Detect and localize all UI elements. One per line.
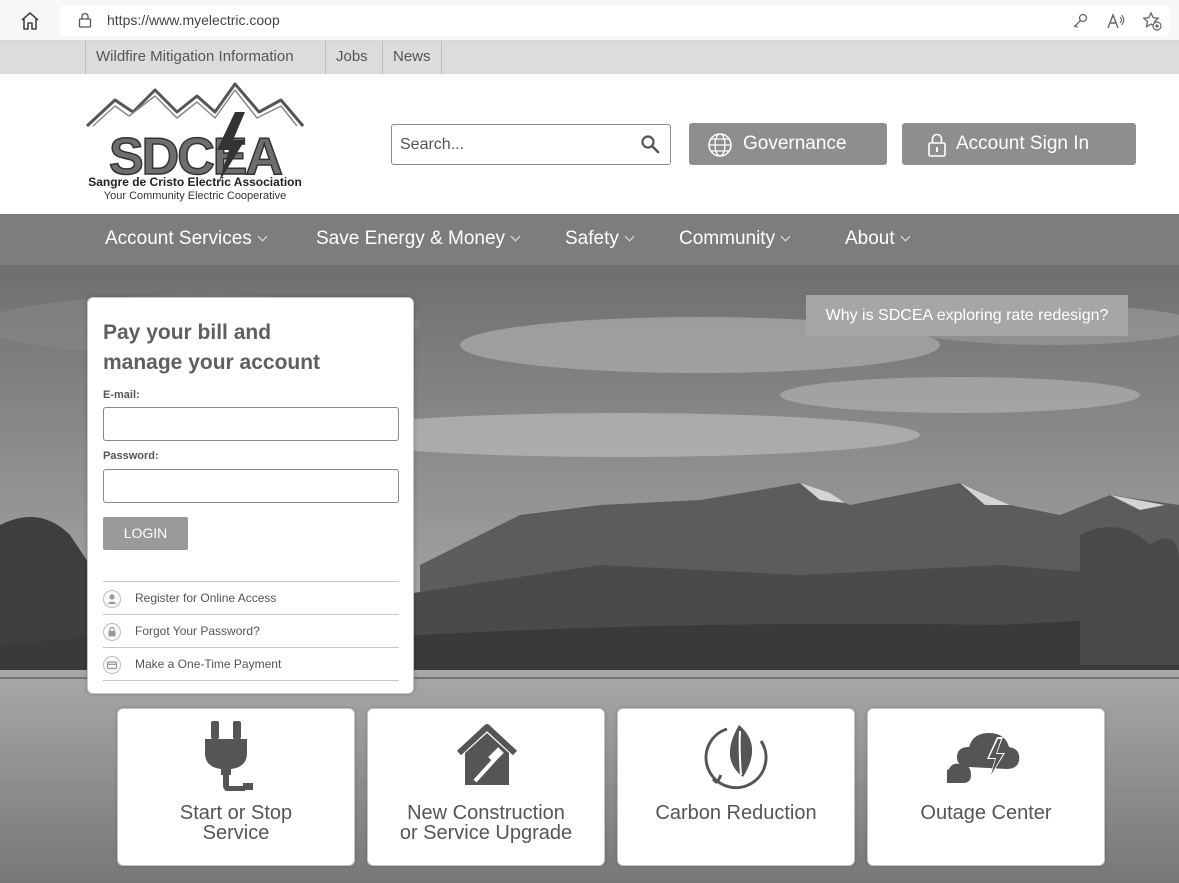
governance-button[interactable]: Governance xyxy=(689,123,887,165)
register-online-access-link[interactable]: Register for Online Access xyxy=(103,581,399,614)
link-label: Make a One-Time Payment xyxy=(135,657,282,671)
link-label: Register for Online Access xyxy=(135,591,277,605)
nav-label: Account Services xyxy=(105,228,252,249)
home-icon[interactable] xyxy=(18,9,42,33)
lock-icon[interactable] xyxy=(78,12,92,28)
tile-new-construction[interactable]: New Construction or Service Upgrade xyxy=(367,708,605,866)
tile-start-stop-service[interactable]: Start or Stop Service xyxy=(117,708,355,866)
nav-label: Safety xyxy=(565,228,619,249)
tile-label-line1: New Construction xyxy=(407,802,565,824)
favorites-add-icon[interactable] xyxy=(1142,11,1162,31)
house-hammer-icon xyxy=(456,724,518,785)
plug-icon xyxy=(205,721,253,791)
nav-label: Save Energy & Money xyxy=(316,228,506,249)
login-title-line1: Pay your bill and xyxy=(103,321,272,344)
nav-about[interactable]: About xyxy=(845,214,911,265)
tile-outage-center[interactable]: Outage Center xyxy=(867,708,1105,866)
divider xyxy=(103,680,399,681)
browser-toolbar: https://www.myelectric.coop xyxy=(0,0,1179,41)
link-news[interactable]: News xyxy=(382,41,442,74)
storm-cloud-icon xyxy=(947,733,1020,783)
account-sign-in-button[interactable]: Account Sign In xyxy=(902,123,1136,165)
padlock-icon xyxy=(928,133,946,157)
utility-links-bar: Wildfire Mitigation Information Jobs New… xyxy=(0,41,1179,74)
nav-label: Community xyxy=(679,228,776,249)
login-title-line2: manage your account xyxy=(103,351,321,374)
key-icon[interactable] xyxy=(1070,11,1090,31)
search-input[interactable] xyxy=(400,133,630,157)
hero-banner: Why is SDCEA exploring rate redesign? Pa… xyxy=(0,265,1179,883)
rate-redesign-button[interactable]: Why is SDCEA exploring rate redesign? xyxy=(806,295,1128,336)
governance-label: Governance xyxy=(743,133,847,154)
password-field[interactable] xyxy=(103,469,399,503)
tile-label-line1: Start or Stop xyxy=(179,802,293,824)
tile-label-line1: Outage Center xyxy=(920,802,1052,824)
chevron-down-icon xyxy=(257,231,268,242)
chevron-down-icon xyxy=(780,231,791,242)
search-box[interactable] xyxy=(391,124,671,165)
nav-save-energy-money[interactable]: Save Energy & Money xyxy=(316,214,521,265)
org-tagline: Your Community Electric Cooperative xyxy=(103,190,287,202)
nav-community[interactable]: Community xyxy=(679,214,791,265)
link-jobs[interactable]: Jobs xyxy=(325,41,378,74)
email-label: E-mail: xyxy=(103,389,140,401)
site-header: SDCEA Sangre de Cristo Electric Associat… xyxy=(0,74,1179,214)
address-bar[interactable]: https://www.myelectric.coop xyxy=(60,5,1170,36)
read-aloud-icon[interactable] xyxy=(1106,11,1126,31)
login-button[interactable]: LOGIN xyxy=(103,517,188,550)
tile-label-line2: or Service Upgrade xyxy=(399,822,573,844)
search-icon[interactable] xyxy=(640,134,660,154)
tile-label-line2: Service xyxy=(202,822,270,844)
tile-label: Outage Center xyxy=(868,803,1104,823)
org-name: Sangre de Cristo Electric Association xyxy=(88,175,302,189)
password-label: Password: xyxy=(103,450,159,462)
login-title: Pay your bill and manage your account xyxy=(103,318,403,378)
login-panel: Pay your bill and manage your account E-… xyxy=(87,297,414,694)
account-sign-in-label: Account Sign In xyxy=(956,133,1090,154)
link-wildfire-mitigation[interactable]: Wildfire Mitigation Information xyxy=(85,41,304,74)
email-field[interactable] xyxy=(103,407,399,441)
tile-carbon-reduction[interactable]: Carbon Reduction xyxy=(617,708,855,866)
chevron-down-icon xyxy=(624,231,635,242)
globe-icon xyxy=(708,133,732,157)
chevron-down-icon xyxy=(900,231,911,242)
one-time-payment-link[interactable]: Make a One-Time Payment xyxy=(103,647,399,680)
tile-label: Start or Stop Service xyxy=(118,803,354,843)
nav-label: About xyxy=(845,228,895,249)
chevron-down-icon xyxy=(510,231,521,242)
link-label: Forgot Your Password? xyxy=(135,624,260,638)
tile-label: Carbon Reduction xyxy=(618,803,854,823)
user-icon xyxy=(103,590,121,608)
tile-label: New Construction or Service Upgrade xyxy=(368,803,604,843)
leaf-icon xyxy=(704,725,768,790)
forgot-password-link[interactable]: Forgot Your Password? xyxy=(103,614,399,647)
lock-icon xyxy=(103,623,121,641)
url-text[interactable]: https://www.myelectric.coop xyxy=(107,12,280,28)
nav-account-services[interactable]: Account Services xyxy=(105,214,268,265)
tile-label-line1: Carbon Reduction xyxy=(655,802,817,824)
card-icon xyxy=(103,656,121,674)
main-navigation: Account Services Save Energy & Money Saf… xyxy=(0,214,1179,265)
nav-safety[interactable]: Safety xyxy=(565,214,635,265)
